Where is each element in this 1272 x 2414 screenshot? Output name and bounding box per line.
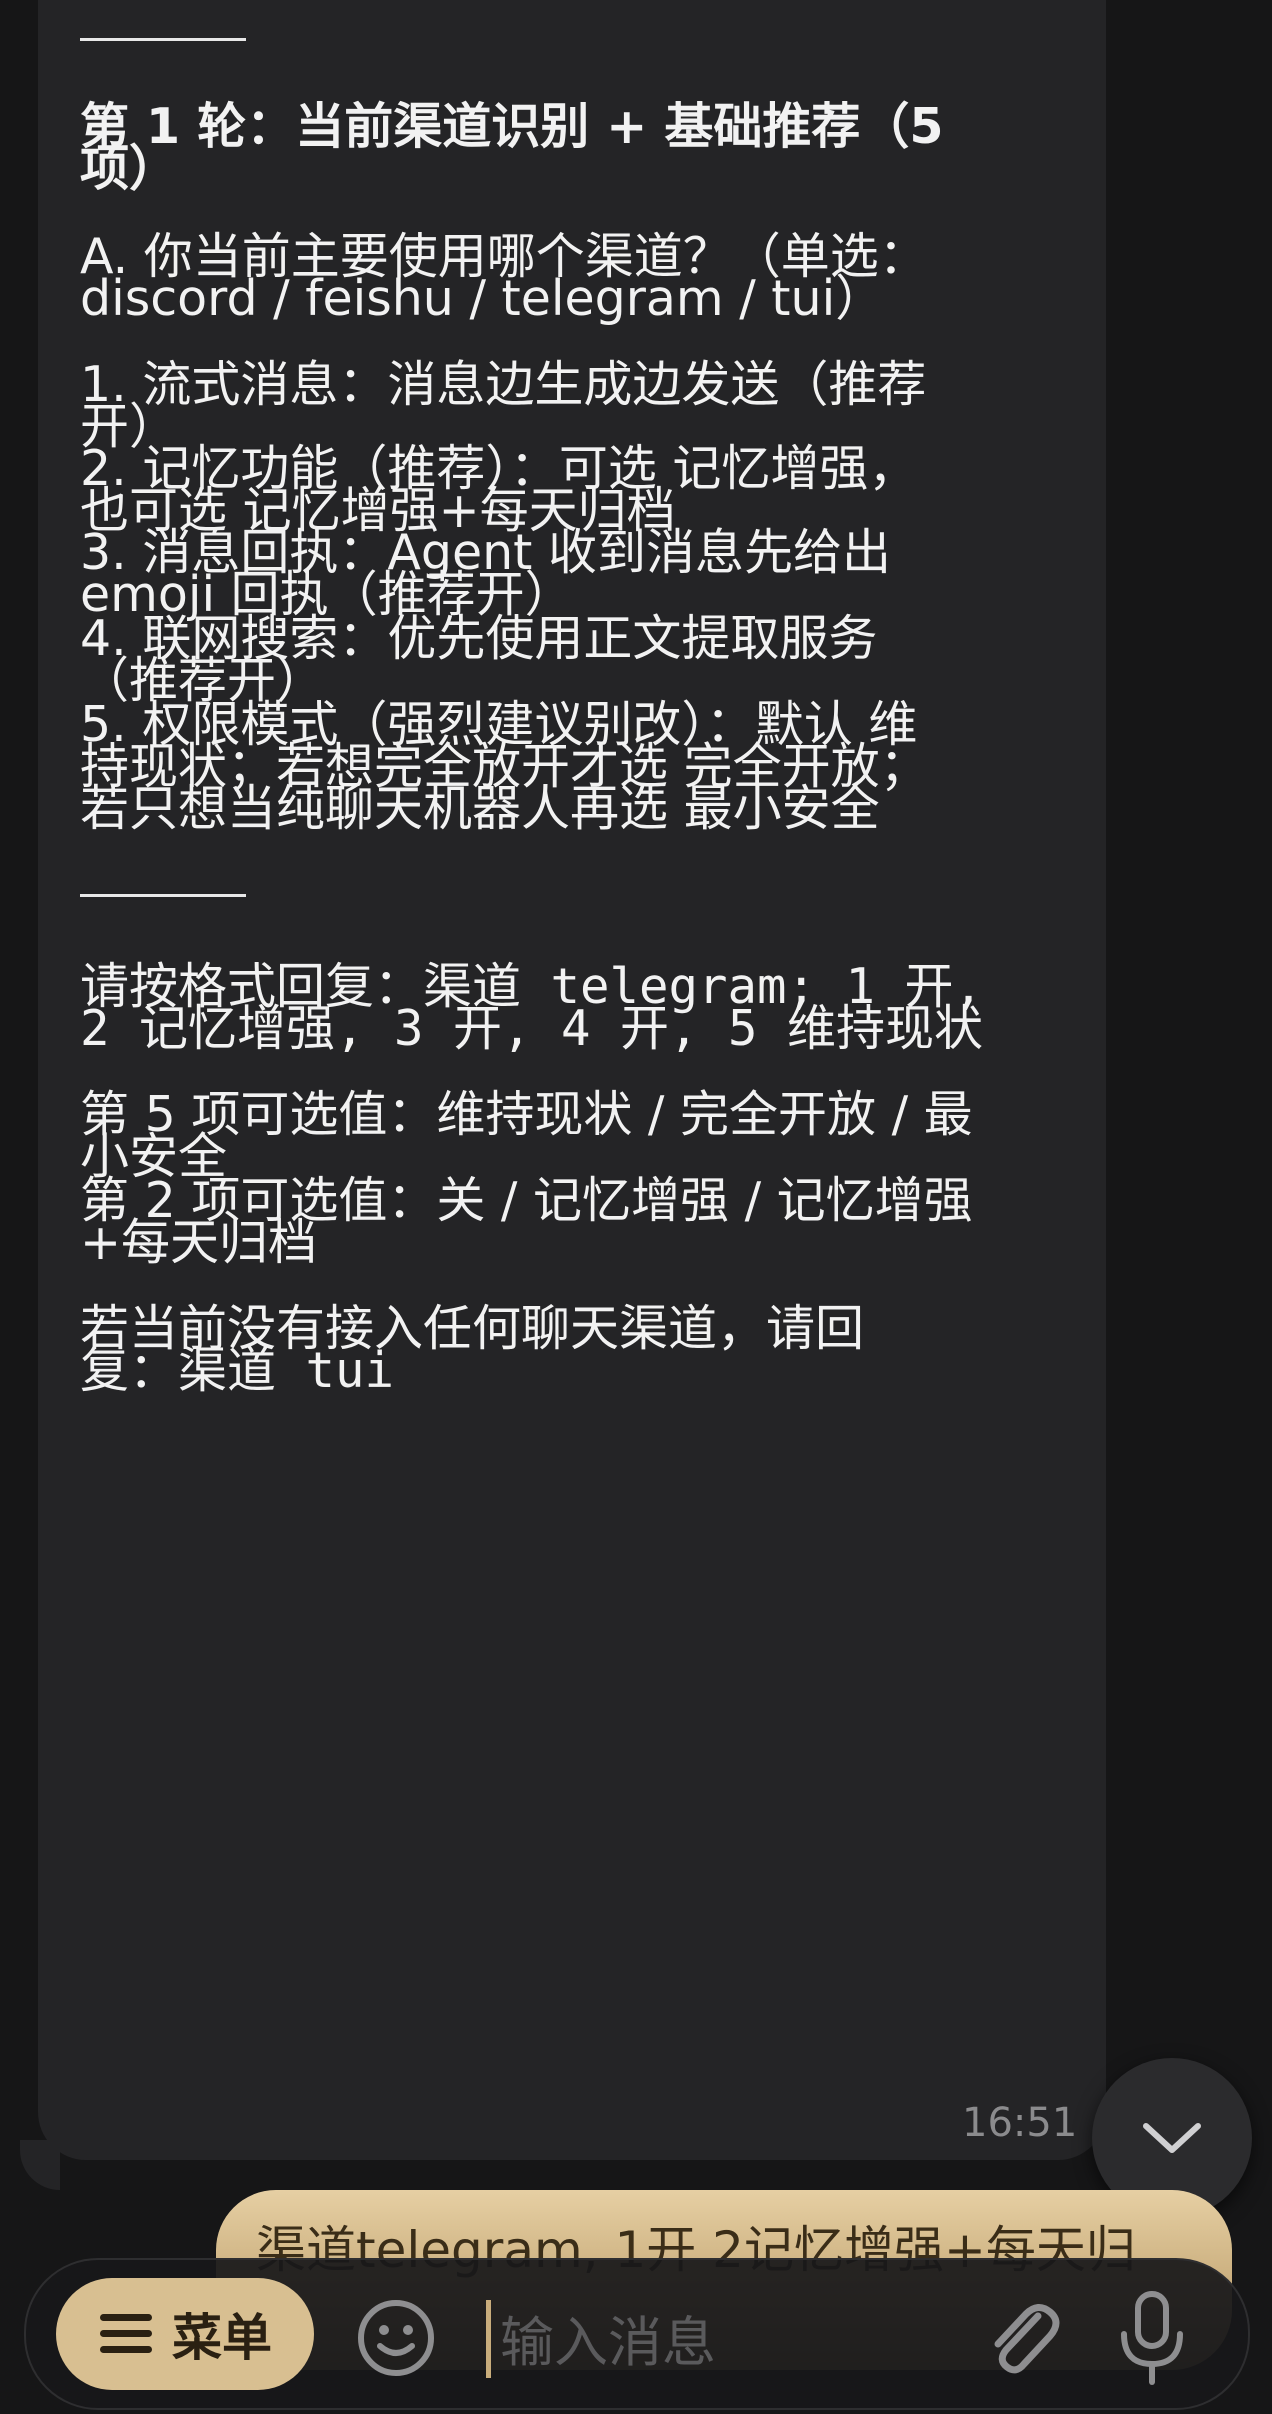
- round-heading: 第 1 轮：当前渠道识别 + 基础推荐（5: [80, 98, 944, 155]
- message-timestamp: 16:51: [962, 2100, 1078, 2146]
- menu-button[interactable]: 菜单: [56, 2278, 314, 2390]
- round-heading-cont: 项）: [80, 140, 179, 197]
- paperclip-icon[interactable]: [976, 2294, 1066, 2384]
- list-item: 若只想当纯聊天机器人再选 最小安全: [80, 780, 880, 837]
- text-cursor: [486, 2300, 491, 2378]
- bubble-tail: [20, 2140, 60, 2190]
- message-input-bar: 菜单 输入消息: [24, 2258, 1250, 2410]
- message-input[interactable]: 输入消息: [500, 2298, 716, 2377]
- smiley-icon[interactable]: [356, 2298, 436, 2378]
- no-channel-note-cont: 复：渠道 tui: [80, 1342, 395, 1399]
- reply-format-cont: 2 记忆增强, 3 开, 4 开, 5 维持现状: [80, 1000, 984, 1057]
- hamburger-icon: [100, 2314, 152, 2353]
- separator-line: [80, 38, 246, 41]
- list-item: 1. 流式消息：消息边生成边发送（推荐: [80, 356, 927, 413]
- option2-values-cont: +每天归档: [80, 1214, 318, 1271]
- microphone-icon[interactable]: [1116, 2290, 1188, 2386]
- separator-line: [80, 894, 246, 897]
- chevron-down-icon: [1143, 2123, 1201, 2153]
- question-a-options: discord / feishu / telegram / tui）: [80, 270, 885, 327]
- menu-label: 菜单: [172, 2309, 272, 2367]
